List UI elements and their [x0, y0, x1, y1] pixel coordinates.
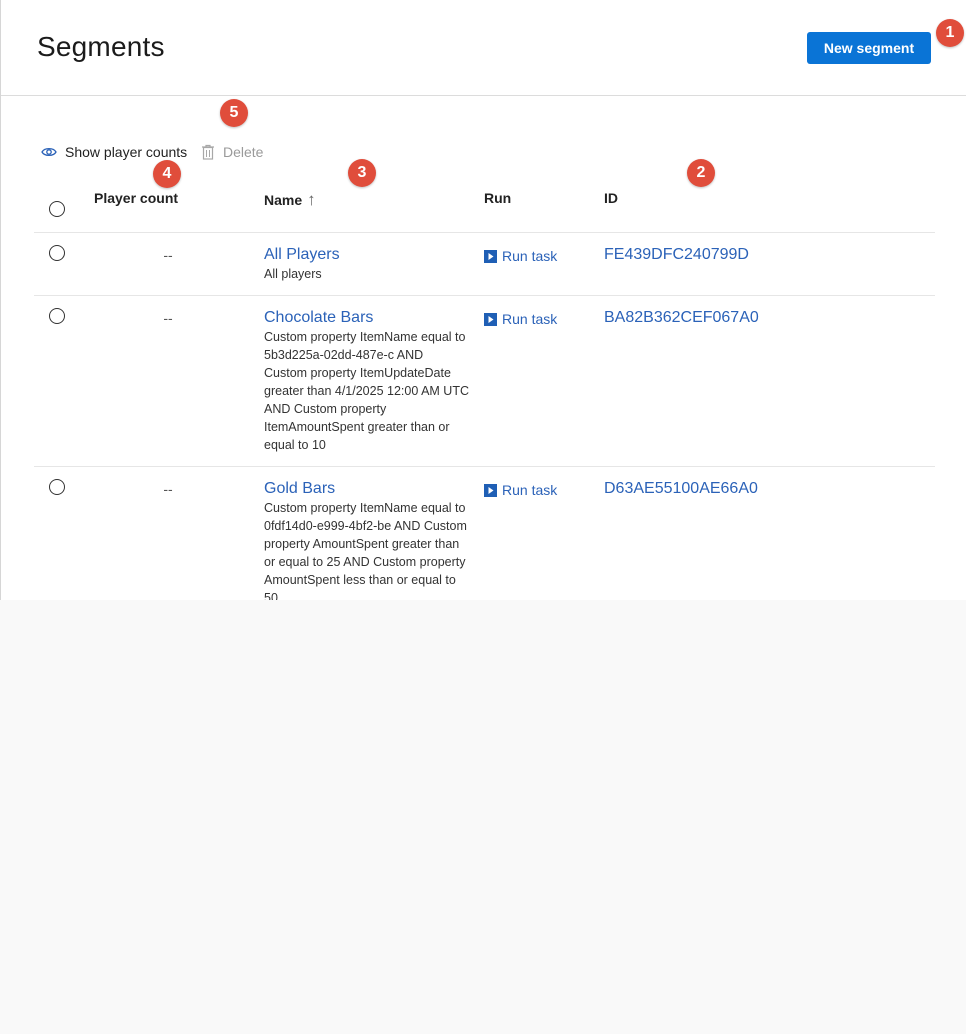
- column-header-run: Run: [484, 190, 512, 206]
- play-icon: [484, 312, 497, 326]
- callout-badge-4: 4: [153, 160, 181, 188]
- callout-badge-3: 3: [348, 159, 376, 187]
- run-task-label: Run task: [502, 482, 558, 498]
- eye-icon: [41, 146, 57, 158]
- segment-description: Custom property ItemName equal to 0fdf14…: [264, 501, 467, 600]
- row-divider: [34, 295, 935, 296]
- column-header-player-count[interactable]: Player count: [94, 190, 178, 206]
- segment-id-link[interactable]: D63AE55100AE66A0: [604, 480, 758, 498]
- run-task-label: Run task: [502, 311, 558, 327]
- callout-badge-1: 1: [936, 19, 964, 47]
- segment-id-link[interactable]: BA82B362CEF067A0: [604, 309, 759, 327]
- segment-id-link[interactable]: FE439DFC240799D: [604, 246, 749, 264]
- delete-button[interactable]: Delete: [201, 142, 263, 162]
- row-select-radio[interactable]: [49, 245, 65, 261]
- run-task-button[interactable]: Run task: [484, 248, 557, 264]
- show-player-counts-label: Show player counts: [65, 144, 188, 160]
- callout-badge-5: 5: [220, 99, 248, 127]
- player-count-value: --: [163, 247, 173, 263]
- callout-badge-2: 2: [687, 159, 715, 187]
- segment-name-link[interactable]: Gold Bars: [264, 480, 335, 498]
- trash-icon: [201, 144, 215, 160]
- page-header: Segments New segment: [1, 0, 966, 96]
- segment-name-link[interactable]: All Players: [264, 246, 340, 264]
- page-title: Segments: [37, 31, 165, 62]
- segment-description: All players: [264, 267, 322, 281]
- column-header-id[interactable]: ID: [604, 190, 618, 206]
- row-select-radio[interactable]: [49, 479, 65, 495]
- row-divider: [34, 232, 935, 233]
- play-icon: [484, 483, 497, 497]
- column-header-name[interactable]: Name ↑: [264, 190, 316, 210]
- column-header-name-label: Name: [264, 192, 303, 208]
- row-select-radio[interactable]: [49, 308, 65, 324]
- segments-panel: Segments New segment Show player counts …: [0, 0, 966, 600]
- run-task-button[interactable]: Run task: [484, 311, 557, 327]
- delete-label: Delete: [223, 144, 264, 160]
- player-count-value: --: [163, 481, 173, 497]
- run-task-label: Run task: [502, 248, 558, 264]
- new-segment-button[interactable]: New segment: [807, 32, 931, 64]
- segment-name-link[interactable]: Chocolate Bars: [264, 309, 373, 327]
- select-all-radio[interactable]: [49, 201, 65, 217]
- sort-ascending-icon: ↑: [307, 190, 316, 209]
- segment-description: Custom property ItemName equal to 5b3d22…: [264, 330, 469, 452]
- play-icon: [484, 249, 497, 263]
- run-task-button[interactable]: Run task: [484, 482, 557, 498]
- row-divider: [34, 466, 935, 467]
- player-count-value: --: [163, 310, 173, 326]
- show-player-counts-button[interactable]: Show player counts: [41, 142, 187, 162]
